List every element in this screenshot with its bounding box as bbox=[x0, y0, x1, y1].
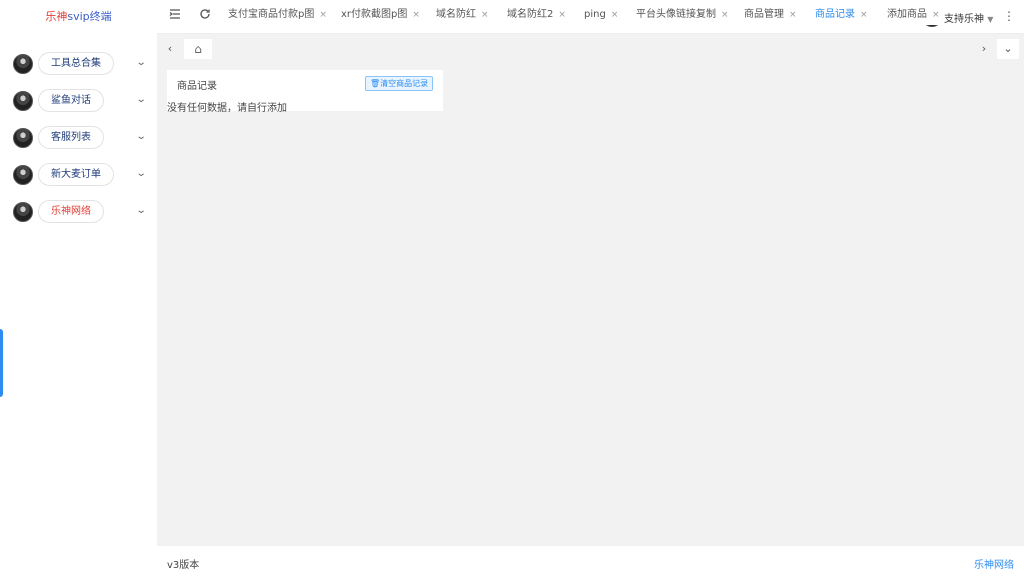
tab-close-icon[interactable]: × bbox=[932, 10, 940, 20]
tab-label: 域名防红 bbox=[436, 9, 476, 20]
tab-label: 平台头像链接复制 bbox=[636, 9, 716, 20]
more-icon[interactable]: ⋮ bbox=[1003, 8, 1015, 24]
chevron-down-icon[interactable]: ⌄ bbox=[136, 168, 147, 179]
tab-label: 支付宝商品付款p图 bbox=[228, 9, 315, 20]
avatar-icon bbox=[13, 53, 33, 74]
tab-product-records[interactable]: 商品记录 × bbox=[805, 5, 873, 25]
tab-label: 添加商品 bbox=[887, 9, 927, 20]
tab-label: ping bbox=[584, 9, 606, 20]
sidebar-item-label: 工具总合集 bbox=[38, 52, 114, 75]
sidebar-item-service-list[interactable]: 客服列表 ⌄ bbox=[0, 119, 157, 156]
logo-part1: 乐神 bbox=[45, 10, 68, 23]
tab-close-icon[interactable]: × bbox=[558, 10, 566, 20]
avatar-icon bbox=[13, 90, 33, 111]
side-drawer-handle[interactable] bbox=[0, 329, 3, 397]
chevron-down-icon[interactable]: ⌄ bbox=[136, 94, 147, 105]
sidebar-item-damai-orders[interactable]: 新大麦订单 ⌄ bbox=[0, 156, 157, 193]
chevron-down-icon[interactable]: ⌄ bbox=[136, 205, 147, 216]
tab-domain-red[interactable]: 域名防红 × bbox=[426, 5, 493, 25]
tab-close-icon[interactable]: × bbox=[721, 10, 729, 20]
empty-message: 没有任何数据，请自行添加 bbox=[167, 103, 287, 114]
tab-domain-red-2[interactable]: 域名防红2 × bbox=[497, 5, 571, 25]
clear-records-label: 清空商品记录 bbox=[380, 79, 429, 88]
tab-close-icon[interactable]: × bbox=[611, 10, 619, 20]
chevron-down-icon[interactable]: ⌄ bbox=[136, 57, 147, 68]
sidebar-item-label: 乐神网络 bbox=[38, 200, 104, 223]
tabs-scroll-left-icon[interactable]: ‹ bbox=[160, 39, 180, 59]
version-label: v3版本 bbox=[167, 560, 200, 571]
tab-close-icon[interactable]: × bbox=[860, 10, 868, 20]
tab-ping[interactable]: ping × bbox=[574, 5, 623, 25]
home-tab-icon[interactable]: ⌂ bbox=[184, 39, 212, 59]
tab-xr-screenshot[interactable]: xr付款截图p图 × bbox=[331, 5, 426, 25]
refresh-icon[interactable] bbox=[199, 8, 211, 24]
sidebar: 乐神svip终端 工具总合集 ⌄ 鲨鱼对话 ⌄ 客服列表 ⌄ 新大麦订单 ⌄ 乐… bbox=[0, 0, 157, 576]
trash-icon: 🗑 bbox=[370, 79, 381, 88]
menu-fold-icon[interactable] bbox=[169, 8, 181, 24]
app-logo[interactable]: 乐神svip终端 bbox=[0, 0, 157, 34]
clear-records-button[interactable]: 🗑清空商品记录 bbox=[365, 76, 434, 91]
chevron-down-icon[interactable]: ⌄ bbox=[136, 131, 147, 142]
tab-label: xr付款截图p图 bbox=[341, 9, 408, 20]
avatar-icon bbox=[13, 164, 33, 185]
sidebar-item-label: 新大麦订单 bbox=[38, 163, 114, 186]
tab-close-icon[interactable]: × bbox=[412, 10, 420, 20]
avatar-icon bbox=[13, 201, 33, 222]
sidebar-item-network[interactable]: 乐神网络 ⌄ bbox=[0, 193, 157, 230]
brand-link[interactable]: 乐神网络 bbox=[974, 556, 1014, 571]
tab-add-product[interactable]: 添加商品 × bbox=[877, 5, 943, 25]
tab-label: 商品管理 bbox=[744, 9, 784, 20]
sidebar-menu: 工具总合集 ⌄ 鲨鱼对话 ⌄ 客服列表 ⌄ 新大麦订单 ⌄ 乐神网络 ⌄ bbox=[0, 45, 157, 230]
sidebar-item-label: 客服列表 bbox=[38, 126, 104, 149]
tab-close-icon[interactable]: × bbox=[789, 10, 797, 20]
tab-product-manage[interactable]: 商品管理 × bbox=[734, 5, 801, 25]
sidebar-item-tools[interactable]: 工具总合集 ⌄ bbox=[0, 45, 157, 82]
card-title: 商品记录 bbox=[177, 81, 217, 92]
user-name: 支持乐神 bbox=[944, 14, 984, 25]
tabs-scroll-right-icon[interactable]: › bbox=[974, 39, 994, 59]
product-records-card: 商品记录 🗑清空商品记录 没有任何数据，请自行添加 bbox=[167, 70, 443, 114]
tab-label: 商品记录 bbox=[815, 9, 855, 20]
avatar-icon bbox=[13, 127, 33, 148]
logo-part2: svip终端 bbox=[67, 10, 112, 23]
sidebar-item-label: 鲨鱼对话 bbox=[38, 89, 104, 112]
footer: v3版本 乐神网络 bbox=[157, 546, 1024, 576]
tab-label: 域名防红2 bbox=[507, 9, 554, 20]
tab-close-icon[interactable]: × bbox=[319, 10, 327, 20]
sidebar-item-shark-chat[interactable]: 鲨鱼对话 ⌄ bbox=[0, 82, 157, 119]
tabs-bar: ‹ › ⌄ bbox=[157, 34, 1024, 64]
caret-down-icon: ▼ bbox=[987, 15, 994, 24]
user-menu[interactable]: 支持乐神 ▼ bbox=[944, 10, 993, 25]
tab-alipay-pic[interactable]: 支付宝商品付款p图 × bbox=[218, 5, 327, 25]
tab-close-icon[interactable]: × bbox=[481, 10, 489, 20]
tab-avatar-copy[interactable]: 平台头像链接复制 × bbox=[626, 5, 731, 25]
tabs-dropdown-icon[interactable]: ⌄ bbox=[997, 39, 1019, 59]
